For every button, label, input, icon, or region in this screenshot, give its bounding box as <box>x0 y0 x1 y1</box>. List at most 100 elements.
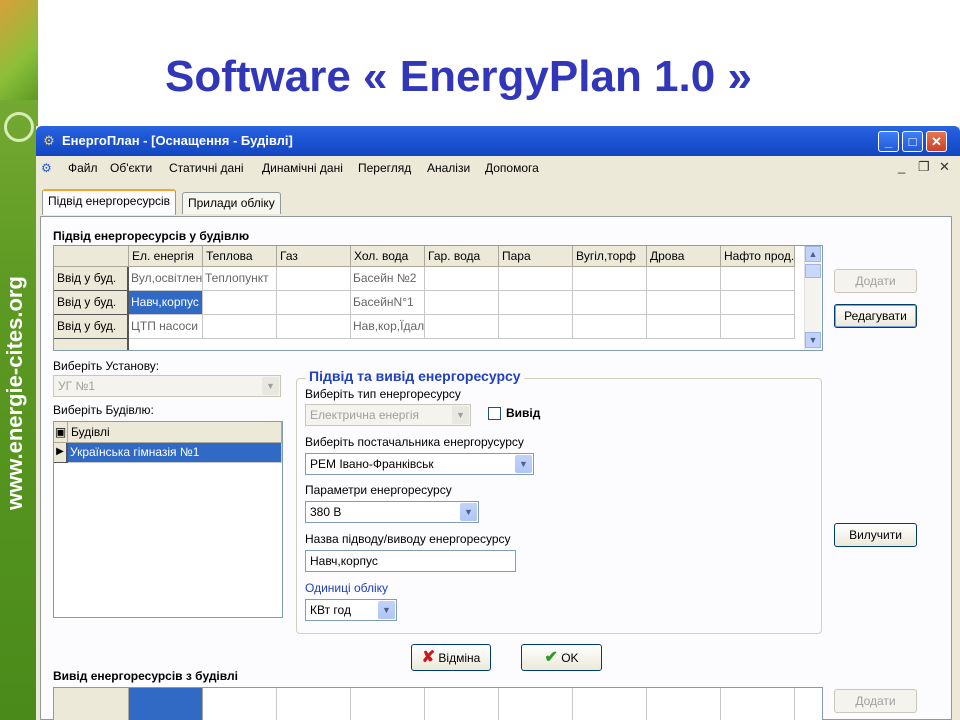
chevron-down-icon[interactable]: ▼ <box>515 455 532 473</box>
units-select[interactable]: КВт год ▼ <box>305 599 397 621</box>
table-cell[interactable] <box>277 688 351 720</box>
building-column-header[interactable]: Будівлі <box>68 422 282 443</box>
table-cell[interactable] <box>425 291 499 315</box>
slide-title: Software « EnergyPlan 1.0 » <box>165 52 752 101</box>
table-cell[interactable] <box>573 267 647 291</box>
table-cell[interactable] <box>425 267 499 291</box>
column-header[interactable]: Теплова <box>203 246 277 267</box>
scroll-thumb[interactable] <box>805 264 821 278</box>
menu-static-data[interactable]: Статичні дані <box>169 161 243 175</box>
table-cell[interactable] <box>499 315 573 339</box>
tab-meters[interactable]: Прилади обліку <box>182 192 281 214</box>
column-header[interactable]: Нафто прод. <box>721 246 795 267</box>
institution-value: УГ №1 <box>58 379 96 393</box>
table-cell[interactable] <box>499 291 573 315</box>
grid-scrollbar[interactable]: ▲ ▼ <box>804 246 821 350</box>
add-output-button[interactable]: Додати <box>834 689 917 713</box>
type-label: Виберіть тип енергоресурсу <box>305 387 461 401</box>
name-input[interactable]: Навч,корпус <box>305 550 516 572</box>
chevron-down-icon[interactable]: ▼ <box>262 377 279 395</box>
maximize-button[interactable]: □ <box>902 131 923 152</box>
chevron-down-icon[interactable]: ▼ <box>452 406 469 424</box>
tab-energy-supply[interactable]: Підвід енергоресурсів <box>42 189 177 215</box>
menu-objects[interactable]: Об'єкти <box>110 161 152 175</box>
column-header[interactable]: Гар. вода <box>425 246 499 267</box>
table-cell[interactable] <box>277 267 351 291</box>
column-header[interactable]: Газ <box>277 246 351 267</box>
table-cell[interactable] <box>647 315 721 339</box>
output-grid[interactable] <box>53 687 823 720</box>
menu-file[interactable]: Файл <box>68 161 98 175</box>
scroll-up-icon[interactable]: ▲ <box>805 246 821 262</box>
cancel-button[interactable]: ✘ Відміна <box>411 644 491 671</box>
table-cell[interactable]: Теплопункт <box>203 267 277 291</box>
table-cell[interactable] <box>647 291 721 315</box>
type-value: Електрична енергія <box>310 408 420 422</box>
table-cell[interactable] <box>573 291 647 315</box>
row-header[interactable]: Ввід у буд. <box>54 315 129 339</box>
row-header[interactable]: Ввід у буд. <box>54 267 129 291</box>
mdi-restore-button[interactable]: ❐ <box>918 159 930 175</box>
menu-dynamic-data[interactable]: Динамічні дані <box>262 161 343 175</box>
table-cell[interactable] <box>721 267 795 291</box>
column-header[interactable]: Хол. вода <box>351 246 425 267</box>
table-cell[interactable] <box>351 688 425 720</box>
row-header-partial[interactable] <box>54 339 129 350</box>
supply-grid[interactable]: Ел. енергія Теплова Газ Хол. вода Гар. в… <box>53 245 823 351</box>
table-cell[interactable] <box>647 688 721 720</box>
chevron-down-icon[interactable]: ▼ <box>378 601 395 619</box>
institution-select[interactable]: УГ №1 ▼ <box>53 375 281 397</box>
table-cell[interactable]: Нав,кор,Їдал <box>351 315 425 339</box>
ok-button[interactable]: ✔ OK <box>521 644 602 671</box>
title-bar[interactable]: ⚙ ЕнергоПлан - [Оснащення - Будівлі] _ □… <box>36 126 960 156</box>
edit-supply-button[interactable]: Редагувати <box>834 304 917 328</box>
column-header[interactable]: Пара <box>499 246 573 267</box>
remove-button[interactable]: Вилучити <box>834 523 917 547</box>
building-row[interactable]: Українська гімназія №1 <box>68 443 282 463</box>
table-cell[interactable] <box>277 291 351 315</box>
table-cell[interactable]: Басейн №2 <box>351 267 425 291</box>
table-cell[interactable] <box>573 315 647 339</box>
menu-analysis[interactable]: Аналізи <box>427 161 470 175</box>
close-button[interactable]: ✕ <box>926 131 947 152</box>
table-cell[interactable] <box>721 291 795 315</box>
add-supply-button[interactable]: Додати <box>834 269 917 293</box>
mdi-minimize-button[interactable]: _ <box>898 159 905 174</box>
table-cell[interactable]: ЦТП насоси <box>129 315 203 339</box>
minimize-button[interactable]: _ <box>878 131 899 152</box>
row-header[interactable]: Ввід у буд. <box>54 291 129 315</box>
table-cell[interactable]: БасейнN°1 <box>351 291 425 315</box>
table-cell[interactable]: Вул,освітлен <box>129 267 203 291</box>
table-cell[interactable] <box>499 267 573 291</box>
row-pointer-icon: ▶ <box>54 443 68 463</box>
table-cell[interactable] <box>425 315 499 339</box>
scroll-down-icon[interactable]: ▼ <box>805 332 821 348</box>
column-header-selected[interactable] <box>129 688 203 720</box>
table-cell[interactable] <box>647 267 721 291</box>
menu-help[interactable]: Допомога <box>485 161 539 175</box>
chevron-down-icon[interactable]: ▼ <box>460 503 477 521</box>
menu-view[interactable]: Перегляд <box>358 161 411 175</box>
table-cell[interactable] <box>203 291 277 315</box>
type-select[interactable]: Електрична енергія ▼ <box>305 404 471 426</box>
column-header[interactable]: Ел. енергія <box>129 246 203 267</box>
column-header[interactable]: Дрова <box>647 246 721 267</box>
table-cell[interactable] <box>203 688 277 720</box>
table-cell[interactable] <box>425 688 499 720</box>
app-icon: ⚙ <box>43 133 55 148</box>
table-cell[interactable] <box>721 315 795 339</box>
output-checkbox[interactable] <box>488 407 501 420</box>
column-header[interactable]: Вугіл,торф <box>573 246 647 267</box>
table-cell[interactable] <box>203 315 277 339</box>
table-cell-selected[interactable]: Навч,корпус <box>129 291 203 315</box>
table-cell[interactable] <box>721 688 795 720</box>
table-cell[interactable] <box>277 315 351 339</box>
mdi-close-button[interactable]: ✕ <box>939 159 950 175</box>
params-select[interactable]: 380 В ▼ <box>305 501 479 523</box>
table-cell[interactable] <box>573 688 647 720</box>
name-label: Назва підводу/виводу енергоресурсу <box>305 532 511 546</box>
building-grid[interactable]: ▣ Будівлі ▶ Українська гімназія №1 <box>53 421 283 618</box>
supplier-select[interactable]: РЕМ Івано-Франківськ ▼ <box>305 453 534 475</box>
cancel-label: Відміна <box>438 651 481 665</box>
table-cell[interactable] <box>499 688 573 720</box>
